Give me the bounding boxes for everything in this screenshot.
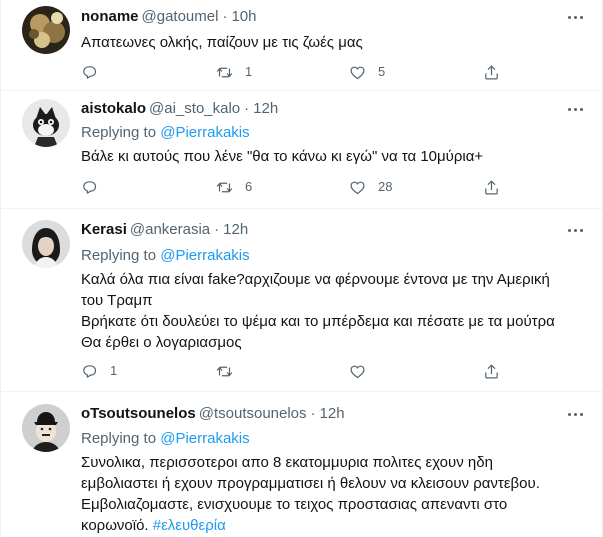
timestamp[interactable]: 12h bbox=[320, 405, 345, 422]
replying-to-label: Replying to bbox=[81, 430, 157, 447]
tweet-text-line: Καλά όλα πια είναι fake?αρχιζουμε να φέρ… bbox=[81, 271, 550, 288]
user-handle[interactable]: @ai_sto_kalo bbox=[149, 100, 240, 117]
retweet-button[interactable]: 6 bbox=[216, 177, 252, 197]
timestamp[interactable]: 12h bbox=[253, 100, 278, 117]
like-button[interactable] bbox=[349, 361, 366, 381]
tweet-text-line: Θα έρθει ο λογαριασμος bbox=[81, 334, 242, 351]
tweet[interactable]: noname @gatoumel · 10h Απατεωνες ολκής, παί… bbox=[1, 0, 603, 91]
like-button[interactable]: 28 bbox=[349, 177, 392, 197]
tweet-text: Καλά όλα πια είναι fake?αρχιζουμε να φέρ… bbox=[81, 269, 591, 353]
tweet-text-fragment: κορωνοϊό. bbox=[81, 517, 149, 534]
tweet-header: oTsoutsounelos @tsoutsounelos · 12h bbox=[81, 404, 345, 424]
timestamp[interactable]: 12h bbox=[223, 221, 248, 238]
cartoon-cat-photo-icon bbox=[22, 99, 70, 147]
tweet-actions: 6 28 bbox=[81, 177, 511, 197]
retweet-count: 6 bbox=[245, 179, 253, 194]
tweet-text-line: Εμβολιαζομαστε, ενισχυουμε το τειχος προ… bbox=[81, 496, 508, 513]
replying-to-label: Replying to bbox=[81, 247, 157, 264]
share-icon bbox=[485, 180, 498, 194]
tweet-text-line: Απατεωνες ολκής, παίζουν με τις ζωές μας bbox=[81, 34, 363, 51]
tweet-text: Απατεωνες ολκής, παίζουν με τις ζωές μας bbox=[81, 32, 591, 53]
share-button[interactable] bbox=[483, 361, 500, 381]
avatar[interactable] bbox=[22, 404, 70, 452]
tweet-text: Βάλε κι αυτούς που λένε "θα το κάνω κι ε… bbox=[81, 146, 591, 167]
avatar[interactable] bbox=[22, 220, 70, 268]
mention-link[interactable]: @Pierrakakis bbox=[160, 124, 249, 141]
like-count: 5 bbox=[378, 64, 386, 79]
reply-icon bbox=[83, 180, 97, 194]
tweet-feed: noname @gatoumel · 10h Απατεωνες ολκής, παί… bbox=[0, 0, 603, 537]
replying-to: Replying to @Pierrakakis bbox=[81, 429, 250, 449]
brass-chandelier-photo-icon bbox=[22, 6, 70, 54]
tweet-text-line: Συνολικα, περισσοτεροι απο 8 εκατομμυρια… bbox=[81, 454, 493, 471]
user-handle[interactable]: @gatoumel bbox=[142, 8, 219, 25]
tweet[interactable]: Kerasi @ankerasia · 12h Replying to @Pierra… bbox=[1, 209, 603, 392]
display-name[interactable]: aistokalo bbox=[81, 100, 146, 117]
user-handle[interactable]: @ankerasia bbox=[130, 221, 210, 238]
mention-link[interactable]: @Pierrakakis bbox=[160, 247, 249, 264]
replying-to: Replying to @Pierrakakis bbox=[81, 246, 250, 266]
man-bowler-hat-photo-icon bbox=[22, 404, 70, 452]
avatar[interactable] bbox=[22, 99, 70, 147]
reply-count: 1 bbox=[110, 363, 118, 378]
tweet-header: noname @gatoumel · 10h bbox=[81, 7, 256, 27]
display-name[interactable]: oTsoutsounelos bbox=[81, 405, 196, 422]
more-options-icon[interactable] bbox=[564, 100, 586, 118]
more-options-icon[interactable] bbox=[564, 405, 586, 423]
reply-icon bbox=[83, 65, 97, 79]
replying-to-label: Replying to bbox=[81, 124, 157, 141]
more-options-icon[interactable] bbox=[564, 8, 586, 26]
share-icon bbox=[485, 65, 498, 79]
tweet-text: Συνολικα, περισσοτεροι απο 8 εκατομμυρια… bbox=[81, 452, 591, 536]
tweet-header: Kerasi @ankerasia · 12h bbox=[81, 220, 248, 240]
tweet[interactable]: oTsoutsounelos @tsoutsounelos · 12h Replyin… bbox=[1, 392, 603, 537]
reply-button[interactable]: 1 bbox=[81, 361, 117, 381]
tweet-text-line-last: κορωνοϊό. #ελευθερία bbox=[81, 515, 591, 536]
replying-to: Replying to @Pierrakakis bbox=[81, 123, 250, 143]
reply-button[interactable] bbox=[81, 177, 98, 197]
tweet[interactable]: aistokalo @ai_sto_kalo · 12h Replying to @P… bbox=[1, 91, 603, 209]
separator-dot: · bbox=[310, 405, 316, 422]
tweet-header: aistokalo @ai_sto_kalo · 12h bbox=[81, 99, 278, 119]
more-options-icon[interactable] bbox=[564, 221, 586, 239]
woman-portrait-photo-icon bbox=[22, 220, 70, 268]
user-handle[interactable]: @tsoutsounelos bbox=[199, 405, 307, 422]
like-button[interactable]: 5 bbox=[349, 62, 385, 82]
tweet-actions: 1 bbox=[81, 361, 511, 381]
retweet-count: 1 bbox=[245, 64, 253, 79]
share-button[interactable] bbox=[483, 177, 500, 197]
tweet-actions: 1 5 bbox=[81, 62, 511, 82]
reply-icon bbox=[83, 364, 97, 378]
tweet-text-line: Βρήκατε ότι δουλεύει το ψέμα και το μπέρ… bbox=[81, 313, 555, 330]
timestamp[interactable]: 10h bbox=[231, 8, 256, 25]
like-count: 28 bbox=[378, 179, 393, 194]
separator-dot: · bbox=[244, 100, 250, 117]
mention-link[interactable]: @Pierrakakis bbox=[160, 430, 249, 447]
tweet-text-line: εμβολιαστει ή εχουν προγραμματισει ή θελ… bbox=[81, 475, 540, 492]
share-button[interactable] bbox=[483, 62, 500, 82]
retweet-icon bbox=[216, 67, 233, 77]
heart-icon bbox=[350, 66, 365, 79]
reply-button[interactable] bbox=[81, 62, 98, 82]
retweet-button[interactable]: 1 bbox=[216, 62, 252, 82]
separator-dot: · bbox=[214, 221, 220, 238]
separator-dot: · bbox=[222, 8, 228, 25]
avatar[interactable] bbox=[22, 6, 70, 54]
display-name[interactable]: noname bbox=[81, 8, 139, 25]
retweet-button[interactable] bbox=[216, 361, 233, 381]
share-icon bbox=[485, 364, 498, 378]
display-name[interactable]: Kerasi bbox=[81, 221, 127, 238]
tweet-text-line: Βάλε κι αυτούς που λένε "θα το κάνω κι ε… bbox=[81, 148, 484, 165]
heart-icon bbox=[350, 365, 365, 378]
tweet-text-line: του Τραμπ bbox=[81, 292, 153, 309]
retweet-icon bbox=[216, 366, 233, 376]
hashtag-link[interactable]: #ελευθερία bbox=[153, 517, 226, 534]
heart-icon bbox=[350, 181, 365, 194]
retweet-icon bbox=[216, 182, 233, 192]
